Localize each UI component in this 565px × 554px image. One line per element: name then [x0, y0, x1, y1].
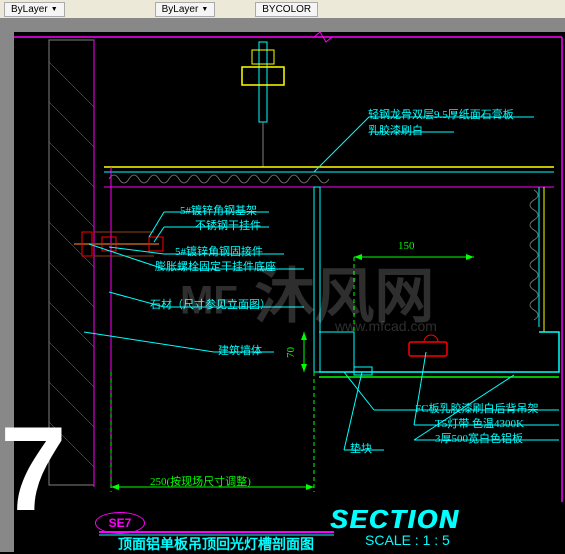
- label-r2: T5灯带 色温4300K: [435, 415, 524, 431]
- label-paint: 乳胶漆刷白: [368, 122, 423, 138]
- dim-150: 150: [398, 240, 415, 252]
- label-l4: 膨胀螺栓固定干挂件底座: [155, 258, 276, 274]
- label-r3: 3厚500宽白色铝板: [435, 430, 523, 446]
- layer-dropdown-2[interactable]: ByLayer▼: [155, 2, 216, 17]
- toolbar: ByLayer▼ ByLayer▼ BYCOLOR: [0, 0, 565, 18]
- label-gypsum: 轻钢龙骨双层9.5厚纸面石膏板: [368, 106, 514, 122]
- section-tag: SE7: [95, 512, 145, 534]
- label-l1: 5#镀锌角钢基架: [180, 202, 257, 218]
- scale-label: SCALE : 1 : 5: [365, 532, 450, 548]
- dim-250: 250(按现场尺寸调整): [150, 473, 251, 489]
- ruler-top: [0, 18, 565, 32]
- dim-70: 70: [285, 347, 297, 358]
- section-heading: SECTION: [330, 504, 460, 535]
- label-padblock: 垫块: [350, 440, 372, 456]
- label-l5: 石材（尺寸参见立面图）: [150, 296, 271, 312]
- label-r1: FC板乳胶漆刷白后背吊架: [415, 400, 538, 416]
- color-dropdown[interactable]: BYCOLOR: [255, 2, 318, 17]
- label-l2: 不锈钢干挂件: [195, 217, 261, 233]
- title-cn: 顶面铝单板吊顶回光灯槽剖面图: [118, 534, 314, 554]
- layer-dropdown-1[interactable]: ByLayer▼: [4, 2, 65, 17]
- label-l3: 5#镀锌角钢固接件: [175, 243, 263, 259]
- sheet-number: 7: [0, 421, 67, 517]
- cad-canvas[interactable]: 轻钢龙骨双层9.5厚纸面石膏板 乳胶漆刷白 5#镀锌角钢基架 不锈钢干挂件 5#…: [0, 18, 565, 552]
- label-l6: 建筑墙体: [218, 342, 262, 358]
